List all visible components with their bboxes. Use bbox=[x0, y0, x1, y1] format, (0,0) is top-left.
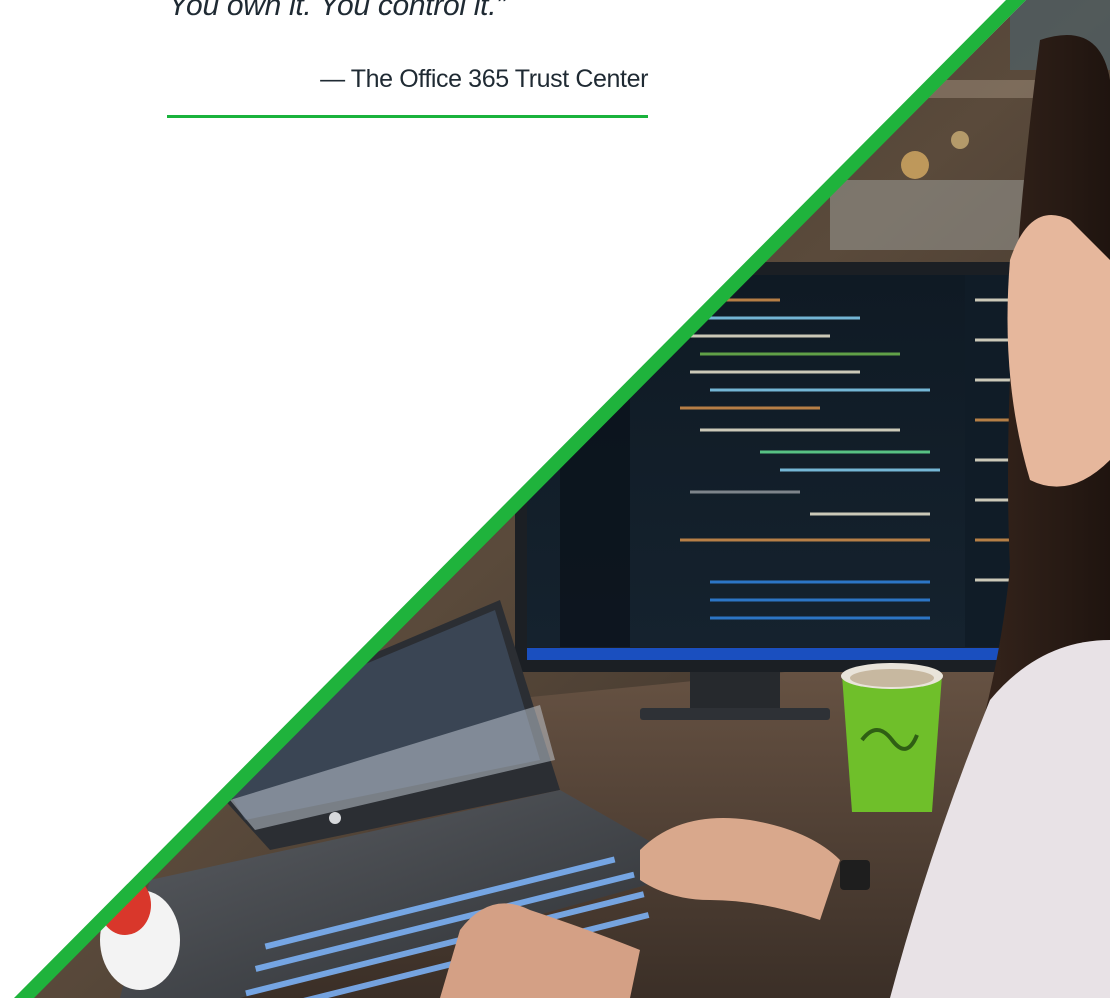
coffee-cup bbox=[841, 663, 943, 812]
hero-photo-panel bbox=[14, 0, 1110, 998]
monitor bbox=[515, 262, 1060, 720]
quote-text: You own it. You control it.” bbox=[168, 0, 506, 22]
quote-attribution: — The Office 365 Trust Center bbox=[320, 65, 648, 93]
divider-line bbox=[167, 115, 648, 118]
